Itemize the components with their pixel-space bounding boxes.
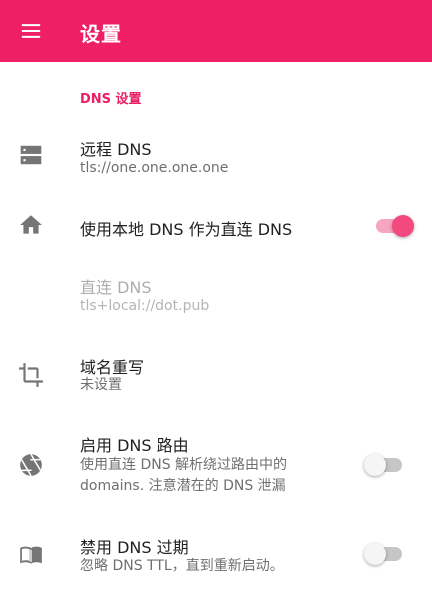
setting-disable-dns-expire[interactable]: 禁用 DNS 过期 忽略 DNS TTL，直到重新启动。: [0, 526, 432, 582]
setting-use-local-dns[interactable]: 使用本地 DNS 作为直连 DNS: [0, 206, 432, 246]
crop-icon: [18, 362, 44, 388]
setting-summary: tls+local://dot.pub: [80, 298, 210, 314]
setting-title: 禁用 DNS 过期: [80, 538, 189, 557]
setting-enable-dns-routing[interactable]: 启用 DNS 路由 使用直连 DNS 解析绕过路由中的 domains. 注意潜…: [0, 424, 432, 502]
setting-summary: 未设置: [80, 377, 122, 393]
menu-icon: [21, 24, 41, 38]
book-icon: [18, 542, 44, 568]
app-bar: 设置: [0, 0, 432, 62]
setting-title: 启用 DNS 路由: [80, 436, 189, 455]
setting-title: 直连 DNS: [80, 278, 152, 297]
dns-expire-toggle[interactable]: [364, 540, 406, 566]
switch-thumb: [392, 215, 414, 237]
use-local-dns-toggle[interactable]: [374, 212, 414, 238]
home-icon: [18, 212, 44, 238]
setting-title: 使用本地 DNS 作为直连 DNS: [80, 220, 293, 239]
aperture-icon: [18, 452, 44, 478]
menu-button[interactable]: [12, 12, 50, 50]
setting-summary: tls://one.one.one.one: [80, 160, 229, 176]
dns-routing-toggle[interactable]: [364, 451, 406, 477]
page-title: 设置: [80, 22, 122, 46]
section-header-dns: DNS 设置: [80, 92, 142, 107]
switch-thumb: [364, 454, 386, 476]
setting-summary: 忽略 DNS TTL，直到重新启动。: [80, 558, 284, 574]
setting-summary: 使用直连 DNS 解析绕过路由中的 domains. 注意潜在的 DNS 泄漏: [80, 457, 288, 494]
server-icon: [18, 142, 44, 168]
switch-thumb: [364, 543, 386, 565]
setting-remote-dns[interactable]: 远程 DNS tls://one.one.one.one: [0, 128, 432, 184]
setting-title: 远程 DNS: [80, 140, 152, 159]
setting-direct-dns[interactable]: 直连 DNS tls+local://dot.pub: [0, 268, 432, 324]
setting-domain-rewrite[interactable]: 域名重写 未设置: [0, 346, 432, 402]
